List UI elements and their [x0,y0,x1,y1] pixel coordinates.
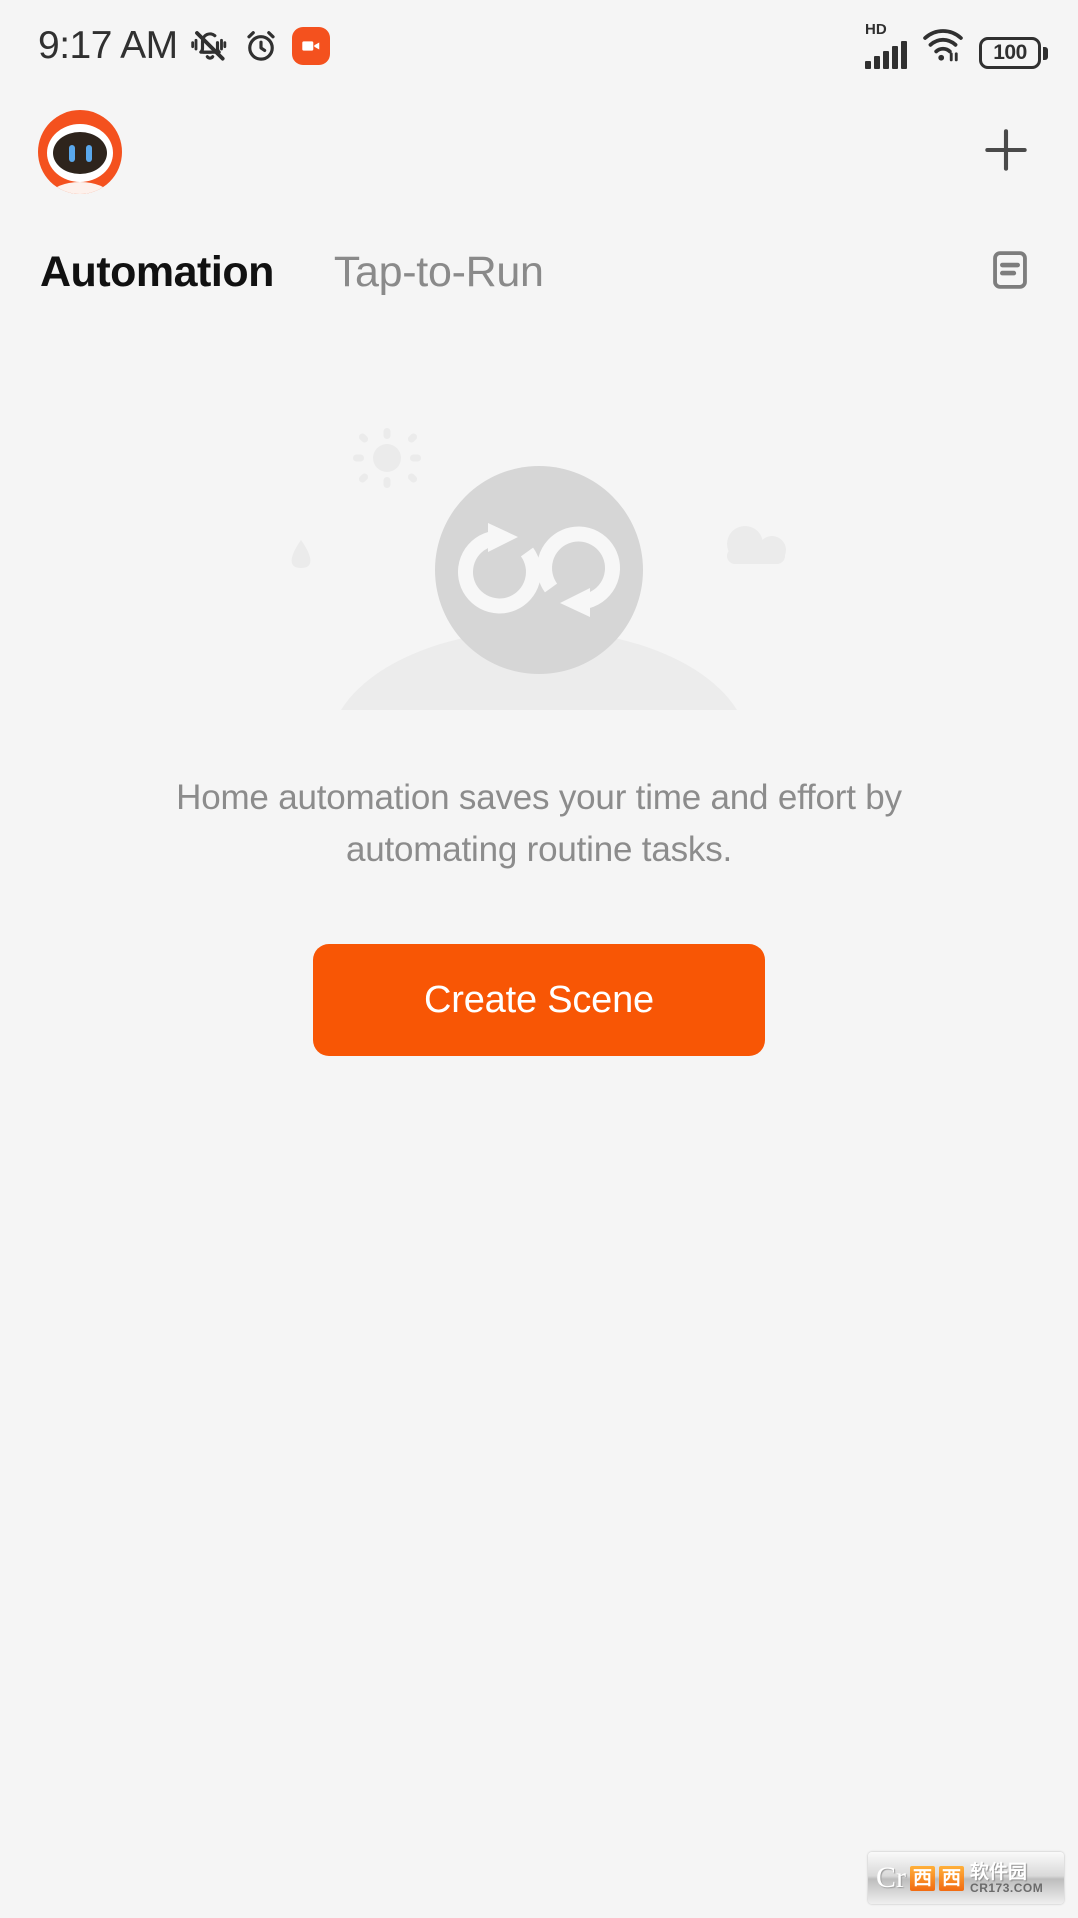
signal-bars [865,41,907,69]
cloud-icon [727,526,786,564]
robot-avatar-icon[interactable] [38,110,122,194]
status-bar-right: HD 100 [865,21,1048,69]
watermark-monogram: Cr [876,1861,906,1894]
status-bar: 9:17 AM HD 100 [0,0,1078,92]
automation-log-button[interactable] [978,240,1042,304]
tab-automation[interactable]: Automation [40,248,274,297]
avatar-chin [51,182,109,194]
avatar-visor [53,132,107,174]
screen-recording-icon [291,27,330,65]
watermark: Cr 西 西 软件园 CR173.COM [868,1852,1064,1904]
avatar-visor-outer [47,124,113,182]
app-header [0,92,1078,212]
avatar-eye-right [85,144,92,162]
alarm-clock-icon [242,27,280,65]
sun-icon [353,428,421,488]
plus-icon [980,124,1032,181]
cellular-signal-icon: HD [865,21,907,69]
water-drop-icon [291,540,311,568]
battery-tip [1043,46,1048,60]
watermark-text: 软件园 CR173.COM [970,1863,1043,1894]
empty-state-message: Home automation saves your time and effo… [176,778,902,869]
app-screen: 9:17 AM HD 100 Automation Tap-to-Run Hom… [0,0,1078,1918]
wifi-icon [921,28,965,67]
empty-state: Home automation saves your time and effo… [0,420,1078,1056]
battery-icon: 100 [979,37,1048,69]
battery-body: 100 [979,37,1041,69]
mute-bell-icon [190,26,230,66]
add-button[interactable] [970,116,1042,188]
watermark-box-one: 西 [910,1865,936,1891]
battery-level: 100 [993,41,1027,64]
automation-illustration [239,420,839,870]
status-time: 9:17 AM [38,24,178,67]
watermark-name: 软件园 [970,1861,1028,1883]
illustration-svg [291,428,786,870]
automation-log-icon [987,247,1033,298]
tab-tap-to-run[interactable]: Tap-to-Run [334,248,544,297]
create-scene-button[interactable]: Create Scene [313,944,765,1056]
watermark-box-two: 西 [939,1865,965,1891]
watermark-url: CR173.COM [970,1880,1044,1895]
tab-bar: Automation Tap-to-Run [0,212,1078,332]
hd-label: HD [865,21,887,38]
avatar-eye-left [68,144,75,162]
status-bar-left: 9:17 AM [38,24,330,68]
